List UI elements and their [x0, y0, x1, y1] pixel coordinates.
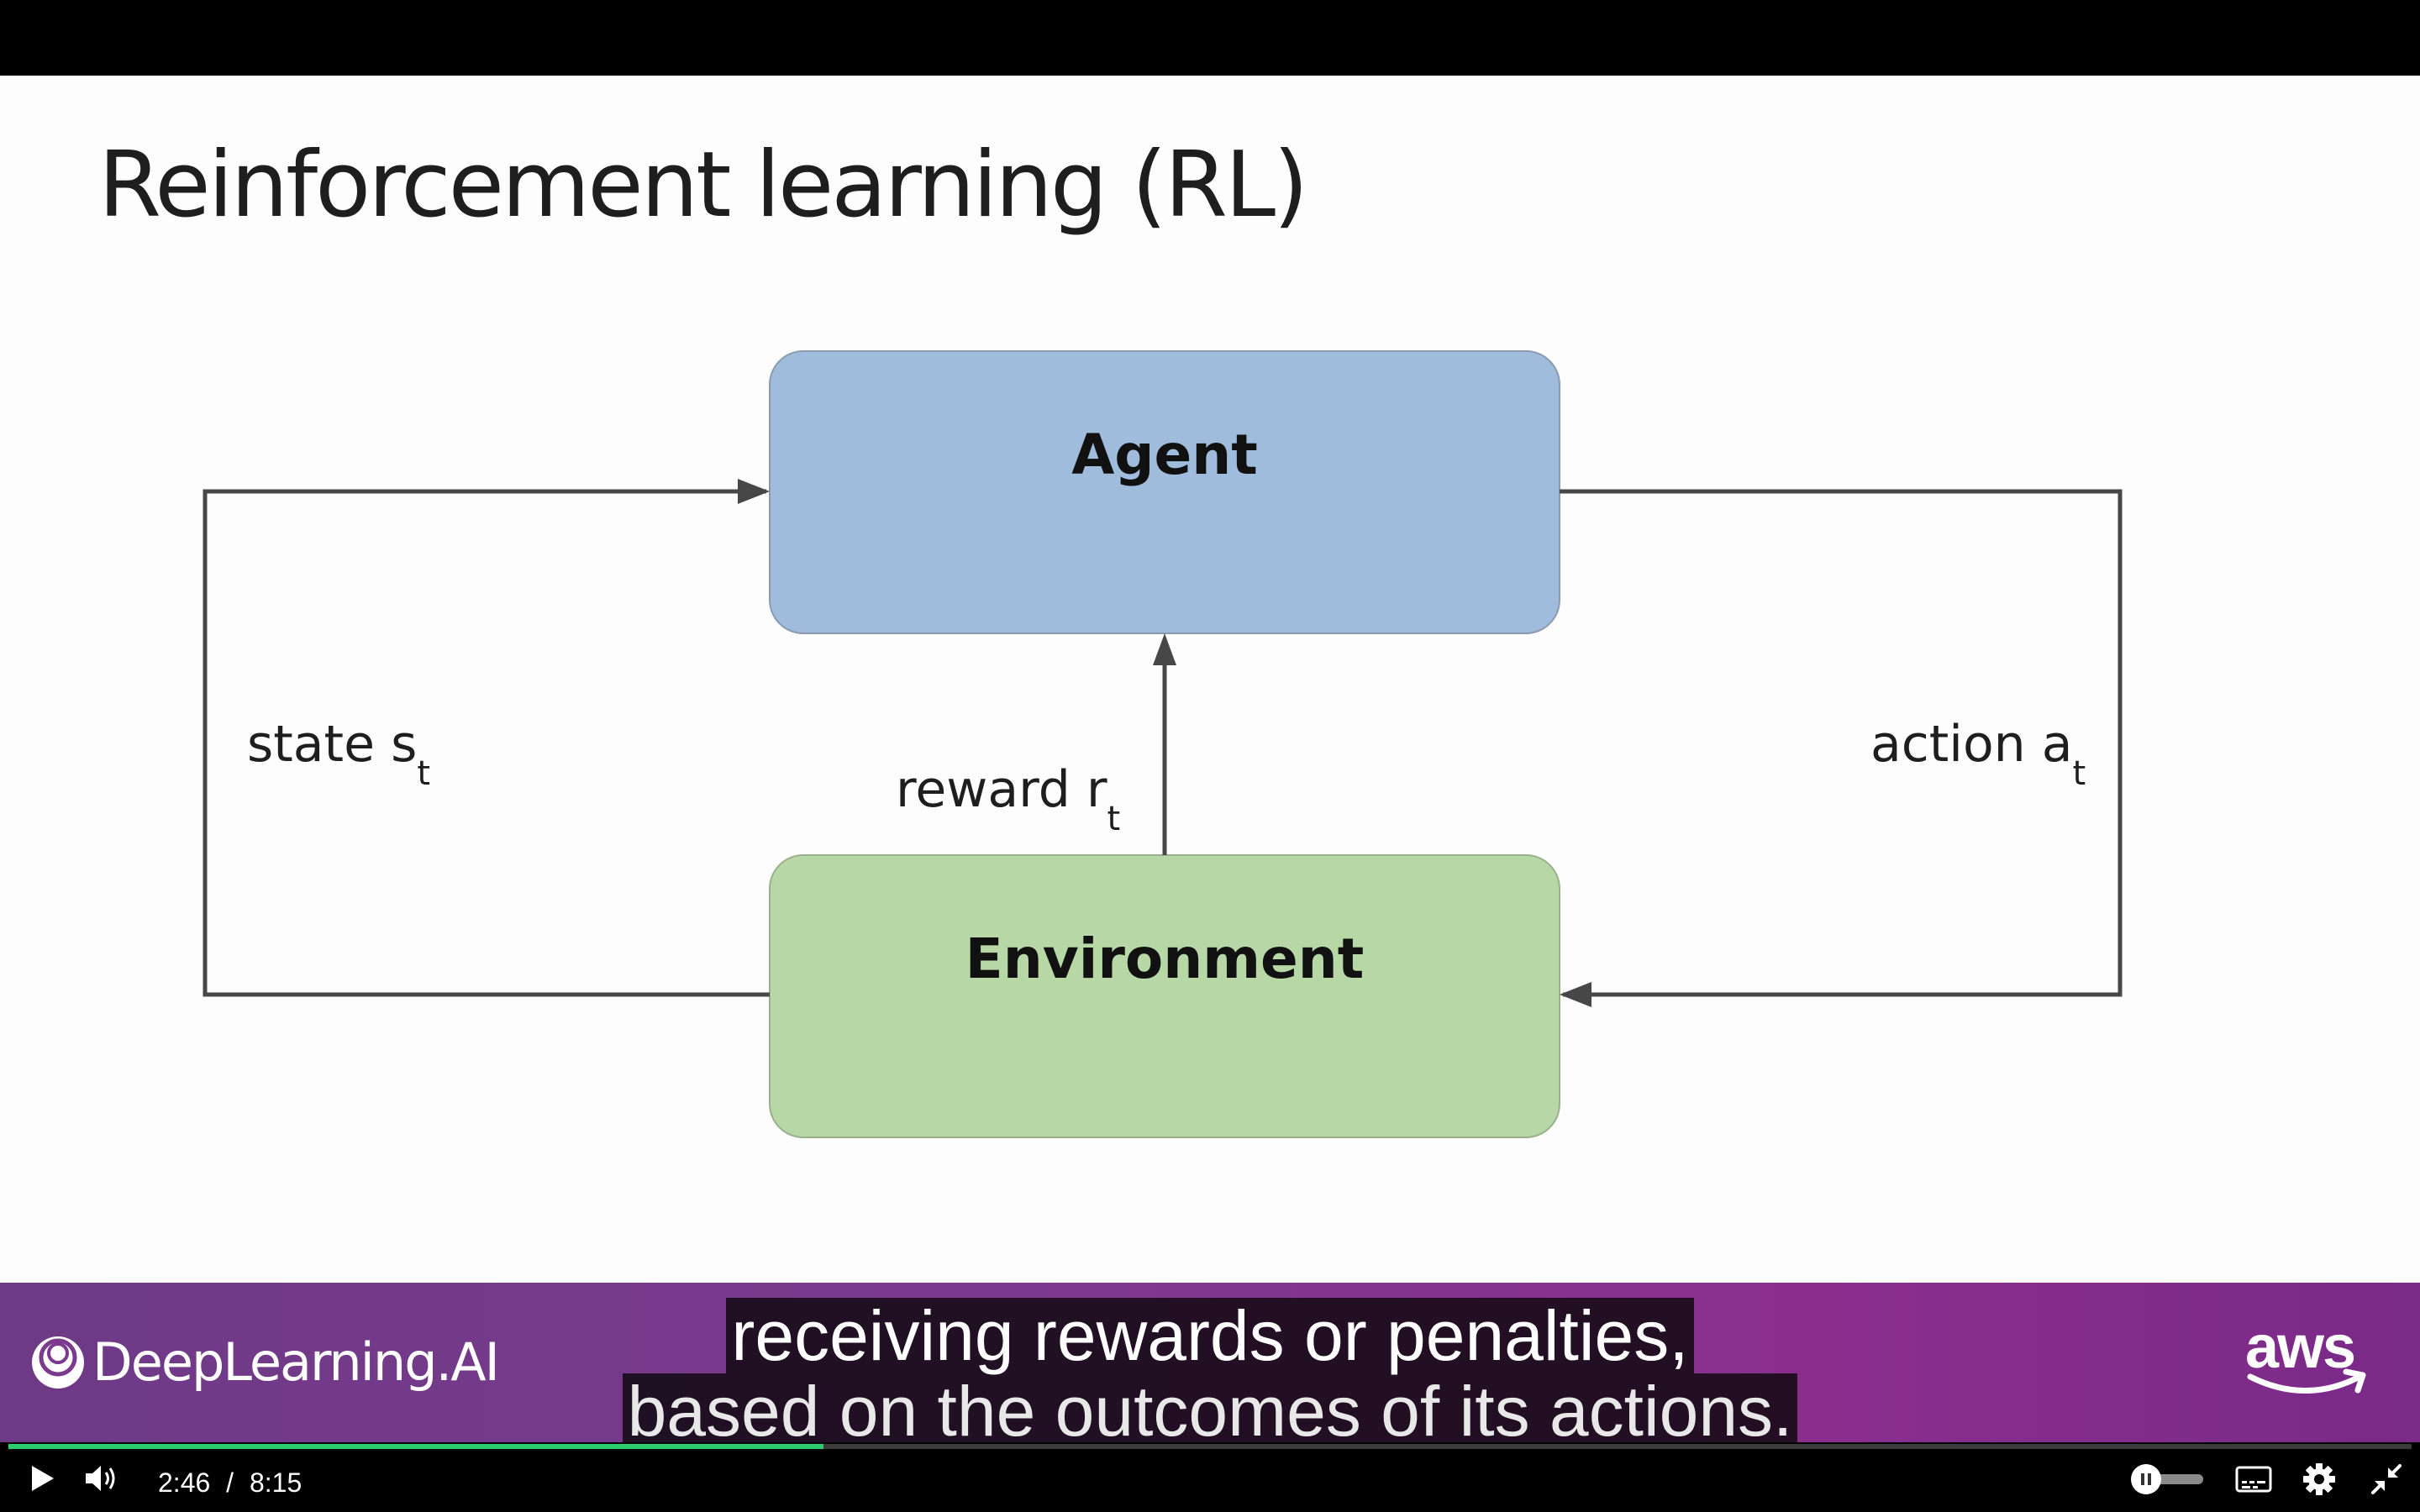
subtitle-captions: receiving rewards or penalties, based on… — [0, 1298, 2420, 1449]
reward-label: reward rt — [896, 760, 1120, 838]
slide: Reinforcement learning (RL) Agent Enviro… — [0, 76, 2420, 1283]
environment-label: Environment — [965, 927, 1365, 991]
play-icon[interactable] — [30, 1464, 55, 1493]
environment-box — [769, 854, 1560, 1138]
duration: 8:15 — [249, 1467, 302, 1498]
volume-icon[interactable] — [84, 1462, 119, 1494]
top-letterbox — [0, 0, 2420, 76]
time-display: 2:46 / 8:15 — [158, 1467, 302, 1499]
action-label: action at — [1870, 715, 2086, 793]
agent-label: Agent — [1071, 423, 1258, 487]
player-controls: 2:46 / 8:15 — [0, 1442, 2420, 1512]
reward-arrowhead — [1153, 633, 1176, 665]
rl-diagram: Agent Environment state st reward rt act… — [203, 350, 2123, 1138]
time-separator: / — [226, 1467, 234, 1498]
progress-bar[interactable] — [8, 1444, 2412, 1449]
exit-fullscreen-icon[interactable] — [2370, 1462, 2403, 1496]
current-time: 2:46 — [158, 1467, 211, 1498]
autoplay-toggle-icon[interactable] — [2129, 1462, 2207, 1496]
settings-gear-icon[interactable] — [2302, 1462, 2336, 1496]
state-label: state st — [247, 715, 430, 793]
agent-box — [769, 350, 1560, 634]
caption-line-2: based on the outcomes of its actions. — [622, 1373, 1798, 1449]
progress-played — [8, 1444, 823, 1449]
caption-line-1: receiving rewards or penalties, — [726, 1298, 1694, 1373]
captions-icon[interactable] — [2235, 1466, 2272, 1493]
state-arrowhead — [738, 479, 770, 504]
action-arrowhead — [1560, 982, 1591, 1007]
